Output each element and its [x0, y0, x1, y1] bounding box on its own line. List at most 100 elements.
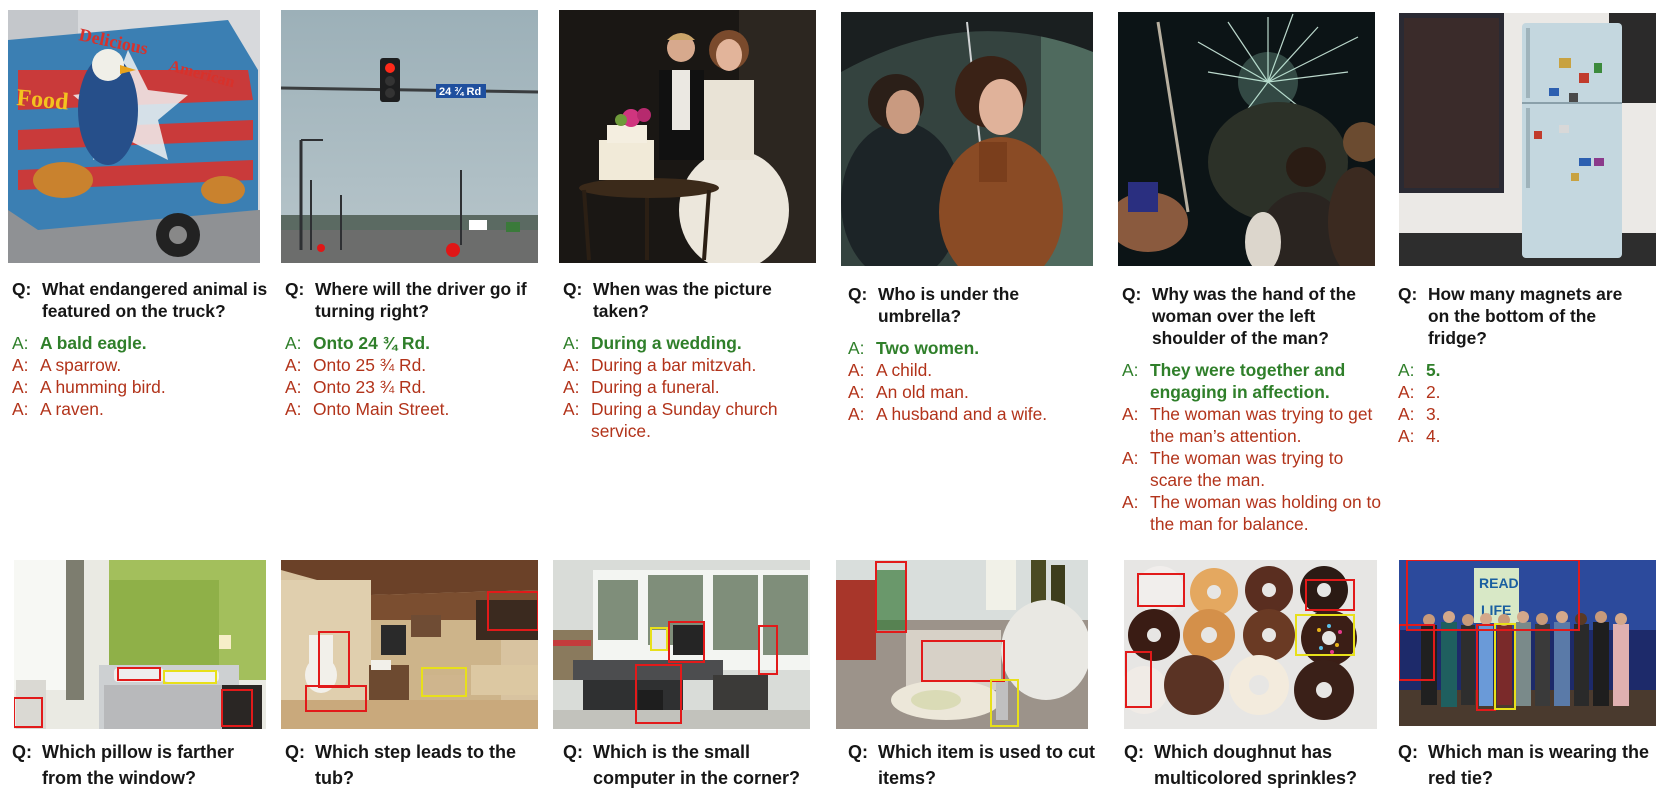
bottom-question-6: Q: Which man is wearing the red tie?: [1398, 739, 1658, 791]
answer-wrong: A: A sparrow.: [12, 354, 270, 376]
answer-text: A child.: [876, 360, 933, 380]
question-6: Q: How many magnets are on the bottom of …: [1398, 283, 1638, 349]
question-text: Which man is wearing the red tie?: [1428, 742, 1650, 788]
answer-text: A husband and a wife.: [876, 404, 1048, 424]
q-label: Q:: [563, 742, 583, 762]
photo-bathroom: [281, 560, 538, 729]
qa-block-2: Q: Where will the driver go if turning ri…: [285, 278, 543, 420]
street-sign-text: 24 ¾ Rd: [439, 86, 481, 98]
answer-text: Two women.: [876, 338, 980, 358]
photo-office: [553, 560, 810, 729]
answer-text: During a wedding.: [591, 333, 742, 353]
bottom-question-2: Q: Which step leads to the tub?: [285, 739, 547, 791]
question-text: Where will the driver go if turning righ…: [315, 279, 527, 321]
a-label: A:: [12, 399, 29, 419]
answer-correct: A: Two women.: [848, 337, 1106, 359]
question-line: Q: Which doughnut has multicolored sprink…: [1124, 739, 1382, 791]
a-label: A:: [563, 399, 580, 419]
bottom-question-3: Q: Which is the small computer in the cor…: [563, 739, 821, 791]
answer-correct: A: Onto 24 ¾ Rd.: [285, 332, 543, 354]
question-line: Q: Which pillow is farther from the windo…: [12, 739, 274, 791]
answer-wrong: A: During a Sunday church service.: [563, 398, 821, 442]
a-label: A:: [12, 333, 29, 353]
question-line: Q: Which is the small computer in the cor…: [563, 739, 821, 791]
question-3: Q: When was the picture taken?: [563, 278, 821, 322]
question-1: Q: What endangered animal is featured on …: [12, 278, 270, 322]
question-text: Which item is used to cut items?: [878, 742, 1096, 788]
q-label: Q:: [12, 279, 32, 299]
answer-text: A raven.: [40, 399, 104, 419]
answer-wrong: A: A husband and a wife.: [848, 403, 1106, 425]
a-label: A:: [285, 399, 302, 419]
qa-block-5: Q: Why was the hand of the woman over the…: [1122, 283, 1384, 535]
qa-block-6: Q: How many magnets are on the bottom of …: [1398, 283, 1638, 447]
answer-text: 4.: [1426, 426, 1441, 446]
answer-text: During a Sunday church service.: [591, 399, 778, 441]
answer-text: A humming bird.: [40, 377, 166, 397]
a-label: A:: [848, 360, 865, 380]
q-label: Q:: [285, 742, 305, 762]
photo-hotel-bedroom: [14, 560, 266, 729]
photo-doughnuts: [1124, 560, 1377, 729]
photo-kitchen: [836, 560, 1088, 729]
photo-food-truck: Delicious American Food: [8, 10, 260, 263]
question-text: When was the picture taken?: [593, 279, 772, 321]
a-label: A:: [1398, 382, 1415, 402]
a-label: A:: [1122, 448, 1139, 468]
question-text: How many magnets are on the bottom of th…: [1428, 284, 1623, 348]
a-label: A:: [1398, 426, 1415, 446]
answer-text: During a bar mitzvah.: [591, 355, 757, 375]
q-label: Q:: [848, 284, 868, 304]
bottom-question-5: Q: Which doughnut has multicolored sprink…: [1124, 739, 1382, 791]
qa-block-4: Q: Who is under the umbrella? A: Two women…: [848, 283, 1106, 425]
truck-text-food: Food: [15, 85, 70, 115]
q-label: Q:: [285, 279, 305, 299]
q-label: Q:: [1398, 742, 1418, 762]
a-label: A:: [1122, 404, 1139, 424]
answer-wrong: A: A raven.: [12, 398, 270, 420]
photo-fireworks: [1118, 12, 1375, 266]
answer-text: 2.: [1426, 382, 1441, 402]
a-label: A:: [848, 338, 865, 358]
answer-correct: A: 5.: [1398, 359, 1638, 381]
answer-wrong: A: During a funeral.: [563, 376, 821, 398]
answer-correct: A: During a wedding.: [563, 332, 821, 354]
photo-umbrella: [841, 12, 1093, 266]
answer-correct: A: They were together and engaging in aff…: [1122, 359, 1384, 403]
a-label: A:: [1122, 492, 1139, 512]
question-text: Who is under the umbrella?: [878, 284, 1020, 326]
a-label: A:: [1398, 404, 1415, 424]
q-label: Q:: [12, 742, 32, 762]
answer-wrong: A: The woman was holding on to the man fo…: [1122, 491, 1384, 535]
question-4: Q: Who is under the umbrella?: [848, 283, 1106, 327]
question-line: Q: Which step leads to the tub?: [285, 739, 547, 791]
answer-text: The woman was trying to scare the man.: [1150, 448, 1344, 490]
question-line: Q: Which man is wearing the red tie?: [1398, 739, 1658, 791]
a-label: A:: [1398, 360, 1415, 380]
answer-correct: A: A bald eagle.: [12, 332, 270, 354]
question-text: Which step leads to the tub?: [315, 742, 517, 788]
a-label: A:: [285, 355, 302, 375]
q-label: Q:: [563, 279, 583, 299]
question-text: Which doughnut has multicolored sprinkle…: [1154, 742, 1358, 788]
answer-text: An old man.: [876, 382, 969, 402]
answer-text: During a funeral.: [591, 377, 720, 397]
q-label: Q:: [1122, 284, 1142, 304]
bottom-question-1: Q: Which pillow is farther from the windo…: [12, 739, 274, 791]
answer-text: The woman was trying to get the man’s at…: [1150, 404, 1373, 446]
a-label: A:: [563, 377, 580, 397]
photo-wedding: [559, 10, 816, 263]
answer-wrong: A: During a bar mitzvah.: [563, 354, 821, 376]
qa-block-3: Q: When was the picture taken? A: During a…: [563, 278, 821, 442]
q-label: Q:: [848, 742, 868, 762]
answer-wrong: A: An old man.: [848, 381, 1106, 403]
q-label: Q:: [1398, 284, 1418, 304]
answer-wrong: A: 2.: [1398, 381, 1638, 403]
answer-text: 3.: [1426, 404, 1441, 424]
answer-wrong: A: Onto 25 ¾ Rd.: [285, 354, 543, 376]
a-label: A:: [848, 404, 865, 424]
answer-text: A sparrow.: [40, 355, 122, 375]
answer-text: A bald eagle.: [40, 333, 147, 353]
answer-wrong: A: Onto 23 ¾ Rd.: [285, 376, 543, 398]
answer-wrong: A: 3.: [1398, 403, 1638, 425]
